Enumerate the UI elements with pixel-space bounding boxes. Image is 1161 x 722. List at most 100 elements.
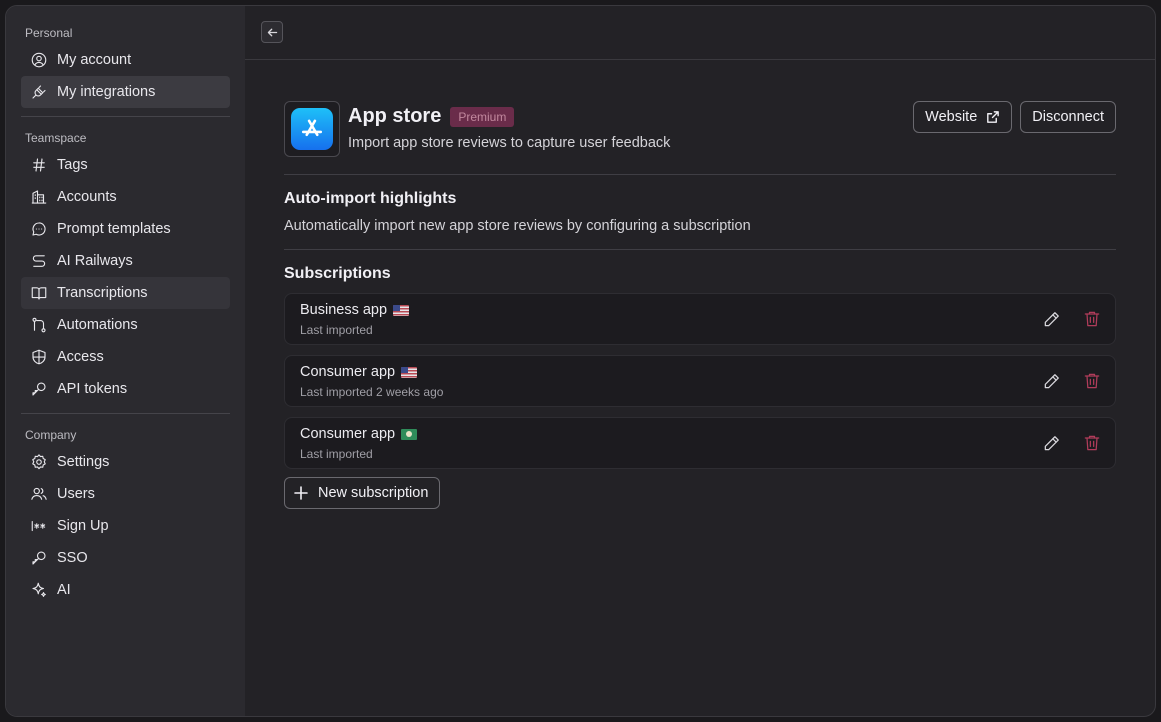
password-icon xyxy=(29,516,49,536)
sidebar: Personal My account My integrations Team… xyxy=(6,6,245,716)
chat-bubble-icon xyxy=(29,219,49,239)
us-flag-icon xyxy=(393,304,410,316)
gear-icon xyxy=(29,452,49,472)
sidebar-item-label: AI xyxy=(57,582,71,598)
sidebar-item-label: Sign Up xyxy=(57,518,109,534)
building-icon xyxy=(29,187,49,207)
users-icon xyxy=(29,484,49,504)
sidebar-item-label: My account xyxy=(57,52,132,68)
auto-import-title: Auto-import highlights xyxy=(284,190,457,207)
subscription-last-imported: Last imported xyxy=(300,447,373,461)
edit-subscription-button[interactable] xyxy=(1042,371,1062,396)
sidebar-item-label: Accounts xyxy=(57,189,117,205)
divider xyxy=(21,116,230,117)
divider xyxy=(21,413,230,414)
subscription-card: Business app Last imported xyxy=(284,293,1116,345)
delete-subscription-button[interactable] xyxy=(1082,433,1102,458)
pencil-icon xyxy=(1044,312,1059,327)
section-label-teamspace: Teamspace xyxy=(25,131,87,145)
key-icon xyxy=(29,379,49,399)
sidebar-item-my-integrations[interactable]: My integrations xyxy=(21,76,230,108)
pencil-icon xyxy=(1044,436,1059,451)
delete-subscription-button[interactable] xyxy=(1082,371,1102,396)
subscription-card: Consumer app Last imported 2 weeks ago xyxy=(284,355,1116,407)
app-store-logo xyxy=(284,101,340,157)
sidebar-item-tags[interactable]: Tags xyxy=(21,149,230,181)
sidebar-item-ai[interactable]: AI xyxy=(21,574,230,606)
main-panel: App store Premium Import app store revie… xyxy=(245,6,1155,716)
delete-subscription-button[interactable] xyxy=(1082,309,1102,334)
sidebar-item-label: Access xyxy=(57,349,104,365)
shield-icon xyxy=(29,347,49,367)
sidebar-item-sso[interactable]: SSO xyxy=(21,542,230,574)
sidebar-item-label: My integrations xyxy=(57,84,156,100)
sidebar-item-accounts[interactable]: Accounts xyxy=(21,181,230,213)
sidebar-item-settings[interactable]: Settings xyxy=(21,446,230,478)
git-branch-icon xyxy=(29,315,49,335)
sidebar-item-label: Users xyxy=(57,486,95,502)
section-label-personal: Personal xyxy=(25,26,73,40)
sidebar-item-my-account[interactable]: My account xyxy=(21,44,230,76)
arrow-left-icon xyxy=(267,28,277,36)
pencil-icon xyxy=(1044,374,1059,389)
sidebar-item-label: Prompt templates xyxy=(57,221,171,237)
sidebar-item-transcriptions[interactable]: Transcriptions xyxy=(21,277,230,309)
subscription-name: Business app xyxy=(300,302,388,318)
premium-badge: Premium xyxy=(450,106,515,127)
new-subscription-button[interactable]: New subscription xyxy=(284,477,441,509)
us-flag-icon xyxy=(401,366,418,378)
subscription-card: Consumer app Last imported xyxy=(284,417,1116,469)
green-flag-icon xyxy=(401,428,418,440)
sidebar-item-automations[interactable]: Automations xyxy=(21,309,230,341)
sidebar-item-api-tokens[interactable]: API tokens xyxy=(21,373,230,405)
subscriptions-title: Subscriptions xyxy=(284,265,391,282)
sidebar-item-label: Settings xyxy=(57,454,110,470)
edit-subscription-button[interactable] xyxy=(1042,433,1062,458)
integration-subtitle: Import app store reviews to capture user… xyxy=(348,135,671,151)
hash-icon xyxy=(29,155,49,175)
trash-icon xyxy=(1084,311,1100,327)
trash-icon xyxy=(1084,373,1100,389)
divider xyxy=(284,174,1116,175)
external-link-icon xyxy=(987,110,1000,123)
website-button[interactable]: Website xyxy=(913,101,1013,133)
disconnect-button[interactable]: Disconnect xyxy=(1020,101,1116,133)
sidebar-item-ai-railways[interactable]: AI Railways xyxy=(21,245,230,277)
back-button[interactable] xyxy=(261,21,283,43)
sidebar-item-label: Automations xyxy=(57,317,138,333)
sidebar-item-label: SSO xyxy=(57,550,88,566)
top-bar xyxy=(245,6,1155,60)
subscription-last-imported: Last imported 2 weeks ago xyxy=(300,385,444,399)
settings-window: Personal My account My integrations Team… xyxy=(5,5,1156,717)
trash-icon xyxy=(1084,435,1100,451)
new-subscription-label: New subscription xyxy=(318,485,429,501)
key-icon xyxy=(29,548,49,568)
integration-title: App store xyxy=(348,105,442,127)
plus-icon xyxy=(294,486,308,500)
auto-import-description: Automatically import new app store revie… xyxy=(284,218,751,234)
website-label: Website xyxy=(925,109,978,125)
subscription-last-imported: Last imported xyxy=(300,323,373,337)
book-open-icon xyxy=(29,283,49,303)
sidebar-item-users[interactable]: Users xyxy=(21,478,230,510)
integration-detail: App store Premium Import app store revie… xyxy=(284,101,1116,509)
sidebar-item-label: AI Railways xyxy=(57,253,133,269)
user-circle-icon xyxy=(29,50,49,70)
integration-header: App store Premium Import app store revie… xyxy=(284,101,1116,159)
sidebar-item-label: API tokens xyxy=(57,381,128,397)
sidebar-item-prompt-templates[interactable]: Prompt templates xyxy=(21,213,230,245)
app-store-icon xyxy=(291,108,333,150)
divider xyxy=(284,249,1116,250)
edit-subscription-button[interactable] xyxy=(1042,309,1062,334)
sidebar-item-access[interactable]: Access xyxy=(21,341,230,373)
sidebar-item-label: Transcriptions xyxy=(57,285,148,301)
subscription-name: Consumer app xyxy=(300,364,396,380)
route-icon xyxy=(29,251,49,271)
plug-icon xyxy=(29,82,49,102)
sidebar-item-sign-up[interactable]: Sign Up xyxy=(21,510,230,542)
section-label-company: Company xyxy=(25,428,77,442)
subscription-name: Consumer app xyxy=(300,426,396,442)
sidebar-item-label: Tags xyxy=(57,157,88,173)
sparkle-icon xyxy=(29,580,49,600)
disconnect-label: Disconnect xyxy=(1032,109,1104,125)
